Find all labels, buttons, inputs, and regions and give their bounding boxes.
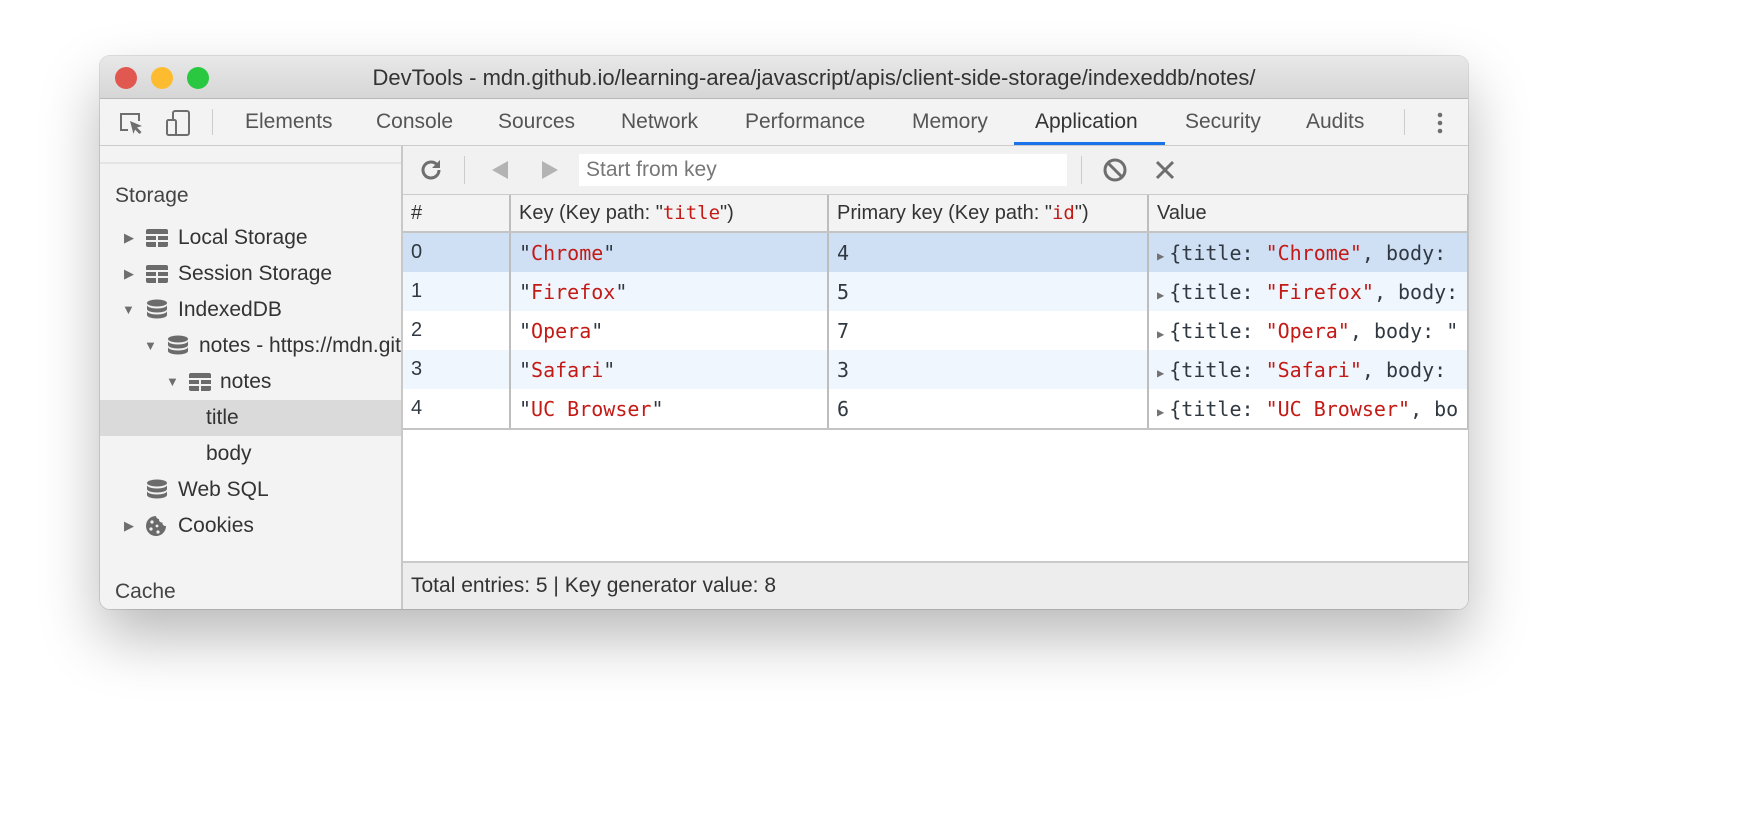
tab-sources[interactable]: Sources (477, 99, 596, 145)
expand-object-icon[interactable]: ▶ (1157, 405, 1164, 419)
table-row[interactable]: 0 "Chrome" 4 ▶ {title: "Chrome", body: (403, 232, 1468, 272)
table-grid-icon (146, 229, 168, 247)
object-store-table: # Key (Key path: "title") Primary key (K… (403, 195, 1468, 430)
tab-performance[interactable]: Performance (724, 99, 886, 145)
tab-elements[interactable]: Elements (224, 99, 354, 145)
application-sidebar: Storage ▶ Local Storage ▶ Session Storag… (100, 146, 403, 609)
panel-tab-bar: Elements Console Sources Network Perform… (100, 99, 1468, 146)
tab-memory[interactable]: Memory (891, 99, 1009, 145)
table-grid-icon (189, 373, 211, 391)
status-footer: Total entries: 5 | Key generator value: … (403, 561, 1468, 609)
sidebar-item-web-sql[interactable]: Web SQL (100, 472, 401, 508)
row-primary-key: 4 (828, 232, 1149, 272)
refresh-icon[interactable] (417, 156, 445, 184)
cookie-icon (146, 516, 166, 536)
table-row[interactable]: 1 "Firefox" 5 ▶ {title: "Firefox", body: (403, 272, 1468, 311)
row-index: 4 (403, 389, 511, 430)
value-title-string: "UC Browser" (1265, 396, 1411, 421)
window-title: DevTools - mdn.github.io/learning-area/j… (372, 65, 1256, 90)
tab-security[interactable]: Security (1164, 99, 1282, 145)
column-header-key[interactable]: Key (Key path: "title") (510, 195, 829, 233)
tab-audits[interactable]: Audits (1285, 99, 1385, 145)
row-primary-key: 6 (828, 389, 1149, 430)
toolbar-divider (464, 156, 465, 184)
delete-selected-icon[interactable] (1151, 156, 1179, 184)
expand-object-icon[interactable]: ▶ (1157, 288, 1164, 302)
sidebar-item-indexeddb[interactable]: ▼ IndexedDB (100, 292, 401, 328)
row-index: 1 (403, 272, 511, 311)
value-title-string: "Safari" (1265, 357, 1362, 382)
database-icon (147, 479, 167, 499)
row-primary-key: 5 (828, 272, 1149, 311)
inspect-element-icon[interactable] (117, 109, 145, 137)
row-value[interactable]: ▶ {title: "UC Browser", bo (1148, 389, 1468, 430)
sidebar-item-local-storage[interactable]: ▶ Local Storage (100, 220, 401, 256)
database-icon (147, 299, 167, 319)
column-header-value[interactable]: Value (1148, 195, 1468, 233)
previous-page-icon[interactable] (486, 156, 514, 184)
row-index: 2 (403, 311, 511, 350)
storage-heading: Storage (115, 184, 189, 207)
expand-arrow-icon[interactable]: ▶ (124, 508, 134, 544)
sidebar-item-cookies[interactable]: ▶ Cookies (100, 508, 401, 544)
sidebar-item-session-storage[interactable]: ▶ Session Storage (100, 256, 401, 292)
expand-object-icon[interactable]: ▶ (1157, 366, 1164, 380)
sidebar-item-notes-store[interactable]: ▼ notes (100, 364, 401, 400)
value-title-string: "Chrome" (1265, 240, 1362, 265)
row-index: 3 (403, 350, 511, 389)
row-key: "Chrome" (510, 232, 829, 272)
table-row[interactable]: 3 "Safari" 3 ▶ {title: "Safari", body: (403, 350, 1468, 389)
kebab-menu-icon[interactable] (1426, 109, 1454, 137)
value-title-string: "Opera" (1265, 318, 1350, 343)
row-value[interactable]: ▶ {title: "Opera", body: " (1148, 311, 1468, 350)
sidebar-item-notes-database[interactable]: ▼ notes - https://mdn.github.io (100, 328, 401, 364)
row-value[interactable]: ▶ {title: "Safari", body: (1148, 350, 1468, 389)
column-header-primary-key[interactable]: Primary key (Key path: "id") (828, 195, 1149, 233)
value-title-string: "Firefox" (1265, 279, 1374, 304)
row-primary-key: 3 (828, 350, 1149, 389)
collapse-arrow-icon[interactable]: ▼ (166, 364, 179, 400)
clear-object-store-icon[interactable] (1101, 156, 1129, 184)
collapse-arrow-icon[interactable]: ▼ (144, 328, 157, 364)
column-header-index[interactable]: # (403, 195, 511, 233)
start-from-key-input[interactable] (579, 154, 1067, 186)
tab-network[interactable]: Network (600, 99, 719, 145)
row-primary-key: 7 (828, 311, 1149, 350)
table-row[interactable]: 4 "UC Browser" 6 ▶ {title: "UC Browser", … (403, 389, 1468, 430)
collapse-arrow-icon[interactable]: ▼ (122, 292, 135, 328)
row-index: 0 (403, 232, 511, 272)
device-toggle-icon[interactable] (164, 109, 192, 137)
row-key: "Safari" (510, 350, 829, 389)
row-value[interactable]: ▶ {title: "Chrome", body: (1148, 232, 1468, 272)
toolbar-divider (212, 109, 213, 135)
tab-application[interactable]: Application (1014, 99, 1165, 145)
expand-arrow-icon[interactable]: ▶ (124, 256, 134, 292)
tab-console[interactable]: Console (355, 99, 474, 145)
cache-heading: Cache (115, 580, 176, 603)
row-key: "Firefox" (510, 272, 829, 311)
expand-object-icon[interactable]: ▶ (1157, 249, 1164, 263)
devtools-window: DevTools - mdn.github.io/learning-area/j… (100, 56, 1468, 609)
sidebar-item-body-index[interactable]: body (100, 436, 401, 472)
expand-object-icon[interactable]: ▶ (1157, 327, 1164, 341)
indexeddb-data-view: # Key (Key path: "title") Primary key (K… (403, 146, 1468, 609)
table-header-row: # Key (Key path: "title") Primary key (K… (403, 195, 1468, 233)
row-key: "UC Browser" (510, 389, 829, 430)
toolbar-divider (1404, 109, 1405, 135)
toolbar-divider (1081, 156, 1082, 184)
sidebar-item-title-index[interactable]: title (100, 400, 401, 436)
sidebar-top-divider (100, 146, 401, 164)
row-value[interactable]: ▶ {title: "Firefox", body: (1148, 272, 1468, 311)
next-page-icon[interactable] (536, 156, 564, 184)
database-icon (168, 335, 188, 355)
table-row[interactable]: 2 "Opera" 7 ▶ {title: "Opera", body: " (403, 311, 1468, 350)
expand-arrow-icon[interactable]: ▶ (124, 220, 134, 256)
data-view-toolbar (403, 146, 1468, 195)
table-grid-icon (146, 265, 168, 283)
title-bar: DevTools - mdn.github.io/learning-area/j… (100, 56, 1468, 99)
row-key: "Opera" (510, 311, 829, 350)
